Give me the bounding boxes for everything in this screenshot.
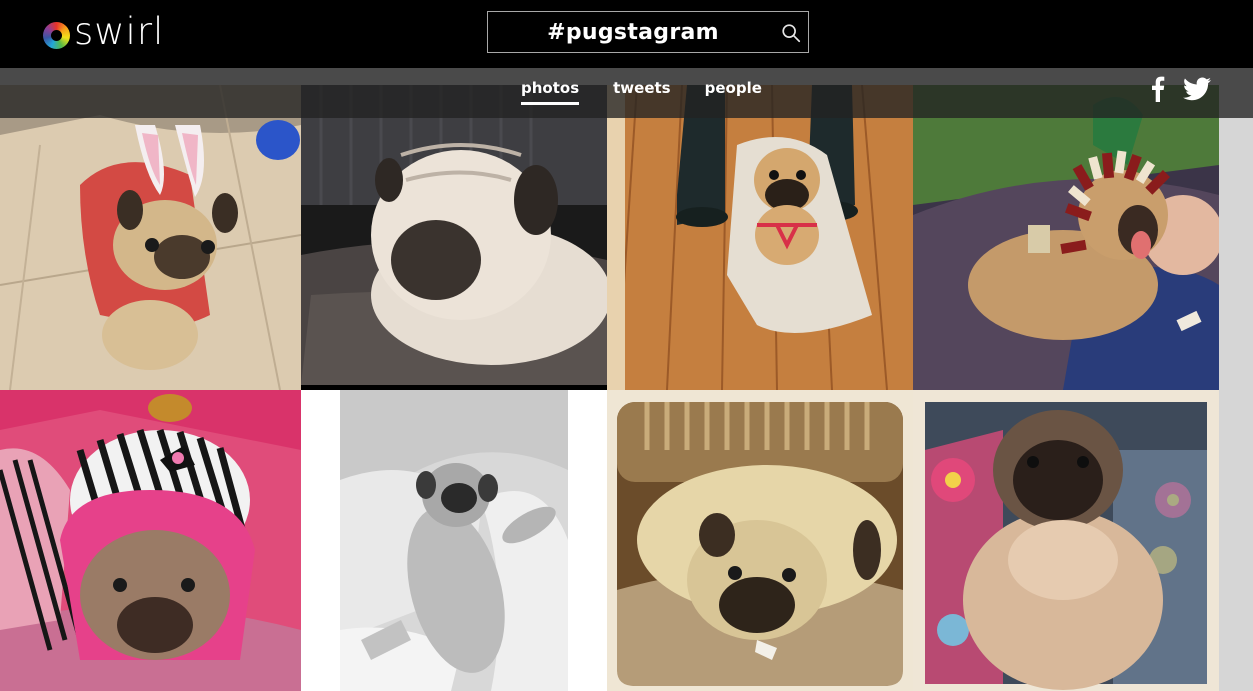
photo-tile[interactable] [0,85,301,390]
search-box [487,11,809,53]
photo-image [0,390,301,691]
photo-image [913,85,1219,390]
tab-photos[interactable]: photos [521,79,580,105]
photo-grid [0,85,1219,691]
logo[interactable]: swirl [43,12,164,52]
search-input[interactable] [498,16,768,48]
facebook-icon[interactable] [1151,76,1165,102]
top-bar: swirl [0,0,1253,68]
social-links [1151,76,1211,102]
photo-tile[interactable] [0,390,301,691]
photo-tile[interactable] [913,85,1219,390]
twitter-icon[interactable] [1183,77,1211,101]
photo-image [607,85,913,390]
photo-image [301,390,607,691]
photo-image [301,85,607,390]
tab-tweets[interactable]: tweets [613,79,670,105]
photo-tile[interactable] [607,390,913,691]
photo-tile[interactable] [607,85,913,390]
sub-nav: photos tweets people [0,68,1253,118]
photo-tile[interactable] [301,390,607,691]
tab-people[interactable]: people [705,79,762,105]
logo-text: swirl [74,10,165,53]
photo-image [913,390,1219,691]
search-icon[interactable] [780,22,802,44]
photo-tile[interactable] [301,85,607,390]
photo-image [607,390,913,691]
content-tabs: photos tweets people [504,79,779,105]
photo-image [0,85,301,390]
app-page: swirl photos tweets people [0,0,1253,691]
photo-tile[interactable] [913,390,1219,691]
swirl-logo-icon [43,21,70,49]
